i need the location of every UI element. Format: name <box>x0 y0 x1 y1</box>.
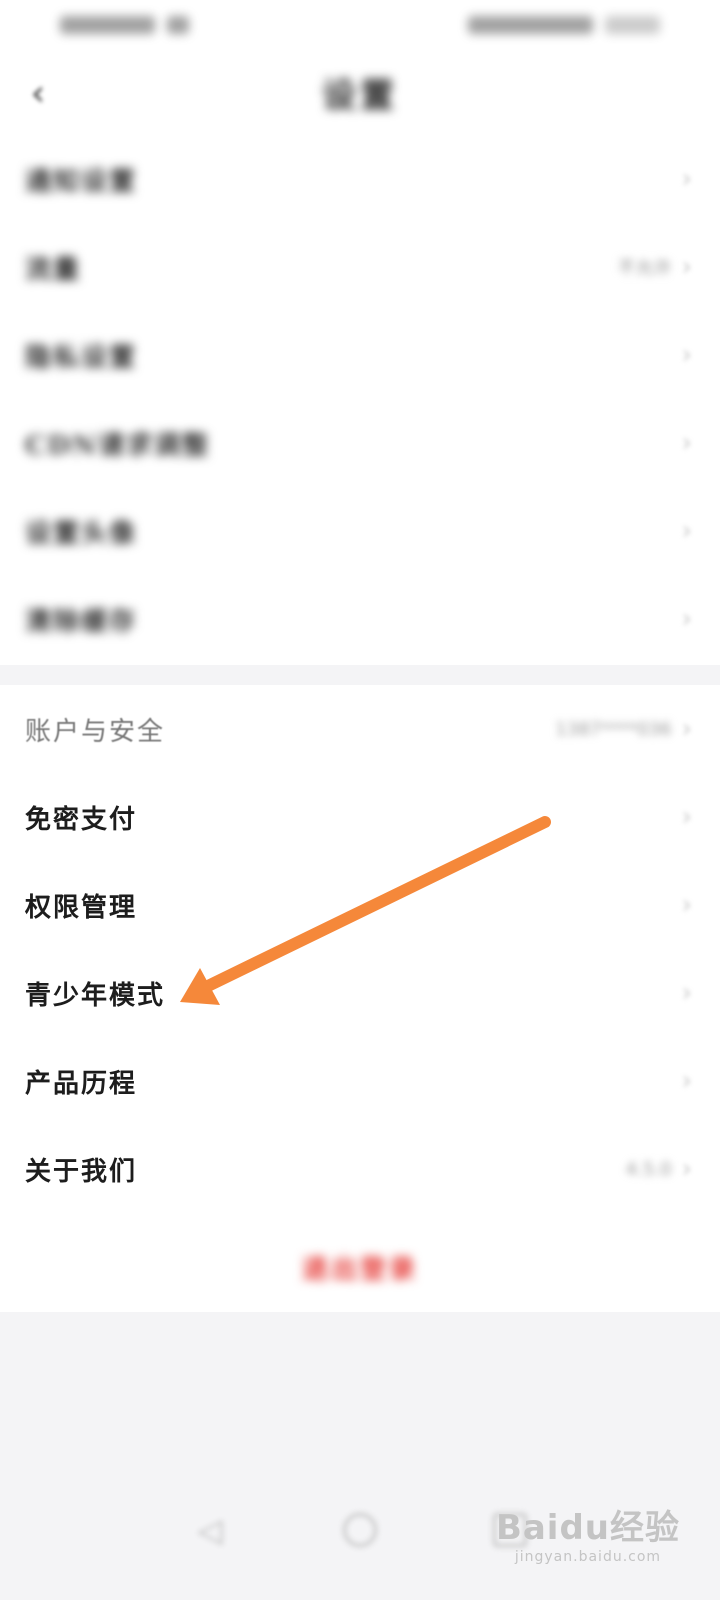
section-divider <box>0 665 720 685</box>
nav-home-button[interactable] <box>340 1510 380 1550</box>
battery-icon <box>468 16 593 34</box>
row-value: 不允许 <box>617 258 672 279</box>
row-label: 通知设置 <box>25 166 138 197</box>
row-label: 清除缓存 <box>25 606 138 637</box>
chevron-right-icon: › <box>681 714 692 744</box>
version-value: 4.5.0 <box>625 1158 672 1180</box>
chevron-right-icon: › <box>681 340 692 370</box>
account-phone-value: 1387****036 <box>555 718 672 740</box>
chevron-right-icon: › <box>681 802 692 832</box>
settings-row[interactable]: 通知设置 › <box>0 135 720 223</box>
settings-row-about-us[interactable]: 关于我们 4.5.0 › <box>0 1125 720 1213</box>
settings-row-account-security[interactable]: 账户与安全 1387****036 › <box>0 685 720 773</box>
chevron-right-icon: › <box>681 978 692 1008</box>
settings-row[interactable]: 设置头像 › <box>0 487 720 575</box>
settings-group-general: 通知设置 › 流量 不允许 › 隐私设置 › CDN请求调整 › 设置头像 › 清… <box>0 135 720 663</box>
header: ‹ 设置 <box>0 55 720 130</box>
chevron-right-icon: › <box>681 1154 692 1184</box>
triangle-back-icon: ◁ <box>197 1511 223 1549</box>
signal-icon <box>60 16 155 34</box>
watermark-url: jingyan.baidu.com <box>514 1549 662 1565</box>
logout-button[interactable]: 退出登录 <box>0 1222 720 1312</box>
back-button[interactable]: ‹ <box>18 72 58 114</box>
clock <box>605 16 660 34</box>
settings-row[interactable]: 清除缓存 › <box>0 575 720 663</box>
row-label: 免密支付 <box>25 804 138 835</box>
chevron-right-icon: › <box>681 428 692 458</box>
baidu-watermark: Baidu经验 jingyan.baidu.com <box>496 1500 680 1565</box>
chevron-right-icon: › <box>681 1066 692 1096</box>
settings-row-teen-mode[interactable]: 青少年模式 › <box>0 949 720 1037</box>
row-label: 青少年模式 <box>25 980 166 1011</box>
settings-row[interactable]: CDN请求调整 › <box>0 399 720 487</box>
row-label: 产品历程 <box>25 1068 138 1099</box>
status-bar <box>0 0 720 50</box>
settings-row[interactable]: 隐私设置 › <box>0 311 720 399</box>
nav-back-button[interactable]: ◁ <box>190 1510 230 1550</box>
row-label: CDN请求调整 <box>25 430 211 461</box>
page-title: 设置 <box>322 76 398 116</box>
row-label: 隐私设置 <box>25 342 138 373</box>
row-label: 关于我们 <box>25 1156 138 1187</box>
wifi-icon <box>167 16 189 34</box>
row-label: 账户与安全 <box>25 716 166 747</box>
settings-row-permission-management[interactable]: 权限管理 › <box>0 861 720 949</box>
chevron-right-icon: › <box>681 516 692 546</box>
chevron-left-icon: ‹ <box>30 72 46 114</box>
row-label: 权限管理 <box>25 892 138 923</box>
chevron-right-icon: › <box>681 604 692 634</box>
chevron-right-icon: › <box>681 164 692 194</box>
watermark-logo: Baidu经验 <box>495 1508 680 1548</box>
row-label: 设置头像 <box>25 518 138 549</box>
settings-row-password-free-pay[interactable]: 免密支付 › <box>0 773 720 861</box>
chevron-right-icon: › <box>681 890 692 920</box>
row-label: 流量 <box>25 254 82 285</box>
settings-group-account: 账户与安全 1387****036 › 免密支付 › 权限管理 › 青少年模式 ›… <box>0 685 720 1213</box>
chevron-right-icon: › <box>681 252 692 282</box>
circle-home-icon <box>343 1513 377 1547</box>
settings-row-product-history[interactable]: 产品历程 › <box>0 1037 720 1125</box>
settings-row[interactable]: 流量 不允许 › <box>0 223 720 311</box>
logout-label: 退出登录 <box>301 1254 418 1285</box>
